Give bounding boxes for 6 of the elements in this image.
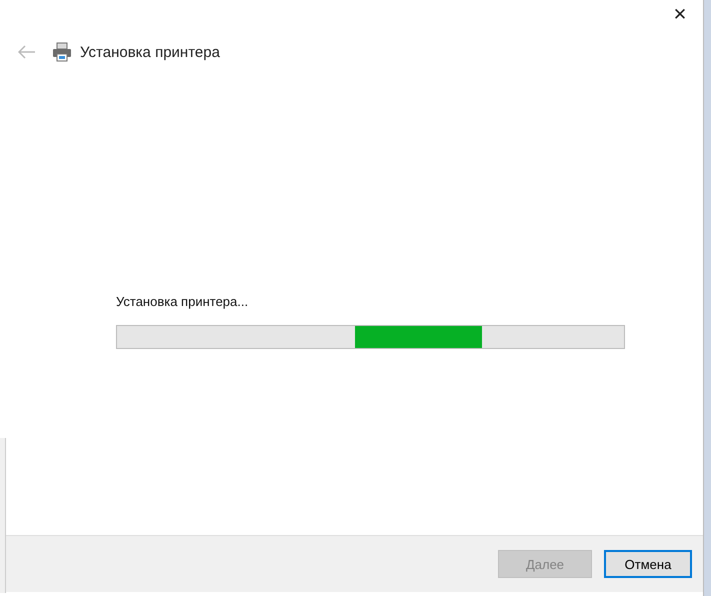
cancel-button[interactable]: Отмена — [604, 550, 692, 578]
back-arrow-icon[interactable] — [18, 45, 36, 59]
printer-icon — [52, 42, 72, 62]
wizard-title: Установка принтера — [80, 44, 220, 60]
status-text: Установка принтера... — [116, 294, 250, 309]
close-button[interactable]: ✕ — [657, 0, 703, 30]
